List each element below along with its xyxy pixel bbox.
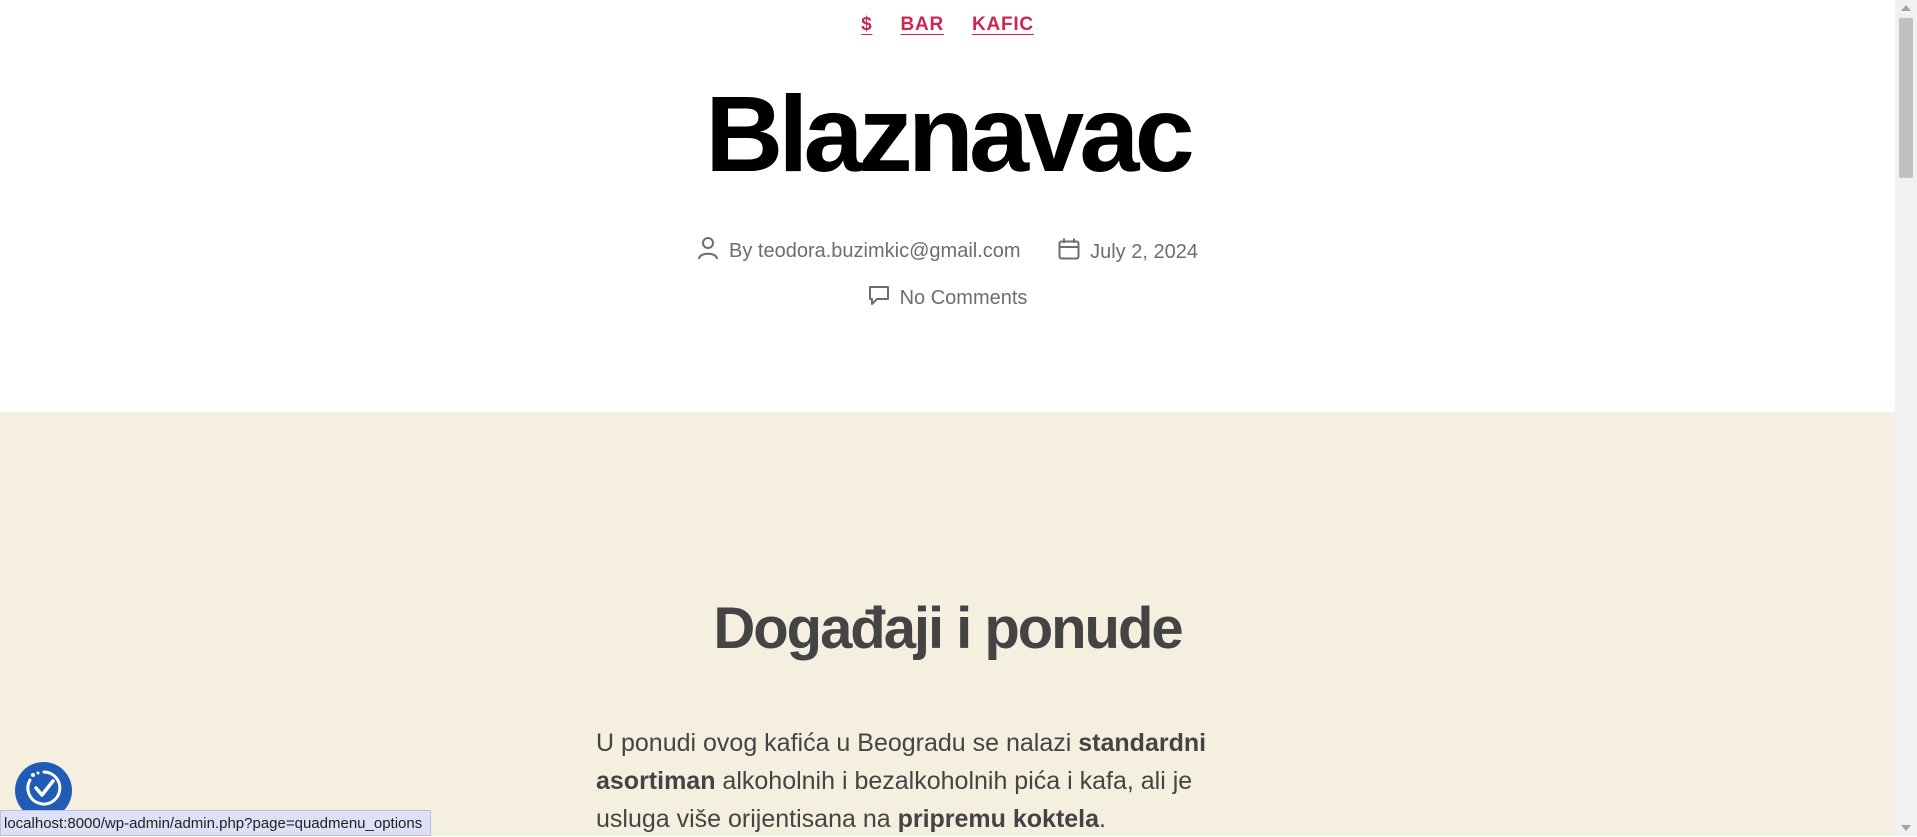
speech-bubble-icon	[868, 284, 900, 312]
category-link-bar[interactable]: BAR	[901, 14, 944, 35]
status-bar-url: localhost:8000/wp-admin/admin.php?page=q…	[0, 810, 432, 836]
paragraph-text-1: U ponudi ovog kafića u Beogradu se nalaz…	[596, 729, 1079, 757]
category-link-kafic[interactable]: KAFIC	[972, 14, 1034, 35]
post-content: Događaji i ponude U ponudi ovog kafića u…	[0, 412, 1895, 836]
calendar-icon	[1058, 238, 1090, 266]
vertical-scrollbar[interactable]	[1895, 0, 1917, 836]
scrollbar-thumb[interactable]	[1899, 18, 1913, 178]
post-comments: No Comments	[868, 284, 1028, 312]
paragraph-bold-2: pripremu koktela	[897, 805, 1100, 833]
paragraph-text-3: .	[1099, 805, 1106, 833]
section-heading: Događaji i ponude	[713, 596, 1183, 661]
author-link[interactable]: teodora.buzimkic@gmail.com	[758, 240, 1021, 263]
accessibility-check-icon	[24, 768, 64, 813]
content-paragraph: U ponudi ovog kafića u Beogradu se nalaz…	[596, 724, 1261, 836]
scroll-down-arrow-icon[interactable]	[1901, 825, 1911, 831]
page: $ BAR KAFIC Blaznavac By teodora.buzimki…	[0, 0, 1895, 836]
author-prefix: By	[729, 239, 753, 262]
post-author: By teodora.buzimkic@gmail.com	[697, 236, 1021, 266]
post-meta: By teodora.buzimkic@gmail.com July 2, 20…	[0, 236, 1895, 266]
person-icon	[697, 236, 729, 266]
comments-link[interactable]: No Comments	[900, 287, 1028, 310]
category-links: $ BAR KAFIC	[0, 14, 1895, 36]
post-title: Blaznavac	[705, 73, 1194, 194]
post-date: July 2, 2024	[1058, 238, 1198, 266]
post-date-link[interactable]: July 2, 2024	[1090, 241, 1198, 264]
scroll-up-arrow-icon[interactable]	[1901, 5, 1911, 11]
post-header: $ BAR KAFIC Blaznavac By teodora.buzimki…	[0, 0, 1895, 412]
category-link-dollar[interactable]: $	[861, 14, 872, 35]
post-meta-comments: No Comments	[0, 284, 1895, 312]
